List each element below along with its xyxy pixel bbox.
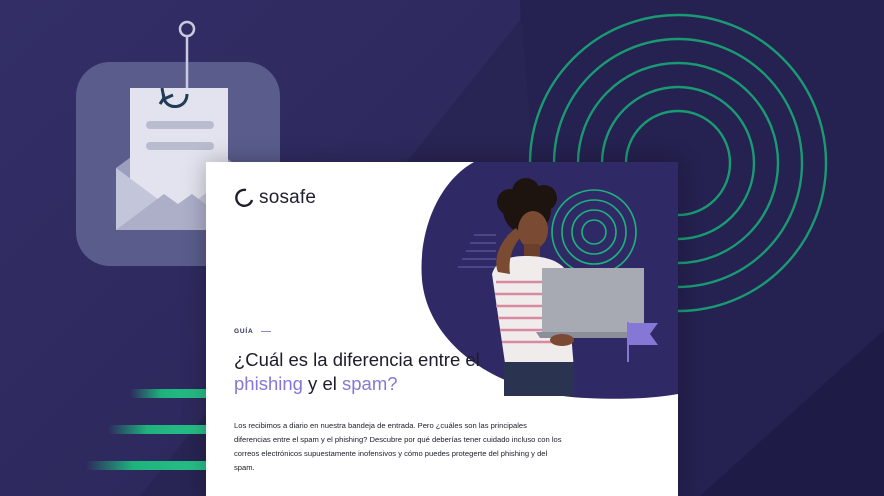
guide-description: Los recibimos a diario en nuestra bandej… bbox=[234, 421, 562, 472]
guide-tag: GUÍA bbox=[234, 328, 272, 335]
guide-tag-label: GUÍA bbox=[234, 328, 254, 335]
title-highlight-spam: spam bbox=[342, 373, 388, 394]
guide-document[interactable]: sosafe GUÍA ¿Cuál es la diferencia entre… bbox=[206, 162, 678, 496]
title-end: ? bbox=[387, 373, 398, 394]
tag-divider bbox=[261, 331, 272, 332]
speed-bar-2 bbox=[108, 425, 220, 434]
fishing-hook-icon bbox=[178, 20, 196, 38]
guide-title: ¿Cuál es la diferencia entre el phishing… bbox=[234, 348, 514, 396]
sosafe-logo-icon bbox=[235, 188, 254, 207]
sosafe-logo: sosafe bbox=[234, 187, 316, 209]
title-start: ¿Cuál es la diferencia entre el bbox=[234, 349, 480, 370]
title-highlight-phishing: phishing bbox=[234, 373, 303, 394]
logo-text: sosafe bbox=[259, 187, 317, 208]
title-middle: y el bbox=[302, 373, 342, 394]
speed-bar-3 bbox=[86, 461, 220, 470]
